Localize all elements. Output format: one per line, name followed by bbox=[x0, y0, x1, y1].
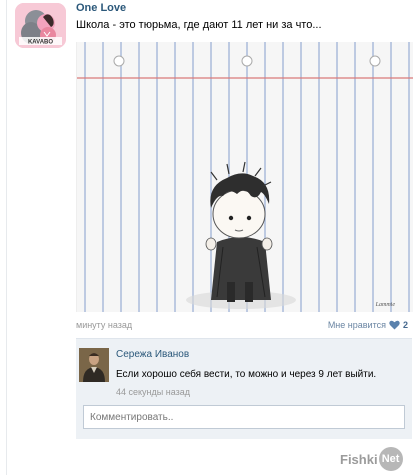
post-meta: минуту назад Мне нравится 2 bbox=[76, 320, 408, 334]
post-image[interactable]: Lammie bbox=[76, 42, 413, 312]
author-avatar[interactable]: KAVABO bbox=[15, 3, 66, 48]
brand-part1: Fishki bbox=[340, 451, 378, 467]
like-button[interactable]: Мне нравится 2 bbox=[328, 320, 408, 330]
like-count: 2 bbox=[402, 320, 408, 330]
comment-time[interactable]: 44 секунды назад bbox=[116, 387, 190, 397]
avatar-illustration: KAVABO bbox=[15, 3, 66, 48]
commenter-avatar[interactable] bbox=[79, 348, 109, 382]
comment-input[interactable] bbox=[83, 405, 405, 429]
wall-post: KAVABO One Love Школа - это тюрьма, где … bbox=[0, 0, 418, 475]
like-label: Мне нравится bbox=[327, 320, 386, 330]
commenter-photo bbox=[79, 348, 109, 382]
avatar-label: KAVABO bbox=[28, 40, 53, 46]
comment-author[interactable]: Сережа Иванов bbox=[116, 349, 189, 360]
notebook-prison-illustration: Lammie bbox=[77, 42, 413, 312]
comment-text: Если хорошо себя вести, то можно и через… bbox=[116, 369, 377, 380]
post-time[interactable]: минуту назад bbox=[76, 320, 132, 330]
post-text: Школа - это тюрьма, где дают 11 лет ни з… bbox=[76, 19, 322, 31]
artist-signature: Lammie bbox=[375, 302, 396, 308]
fishki-watermark: Fishki Net bbox=[340, 445, 410, 473]
heart-icon bbox=[389, 320, 400, 330]
brand-part2: Net bbox=[378, 447, 403, 471]
comments-section: Сережа Иванов Если хорошо себя вести, то… bbox=[76, 338, 412, 439]
post-author[interactable]: One Love bbox=[76, 2, 126, 14]
